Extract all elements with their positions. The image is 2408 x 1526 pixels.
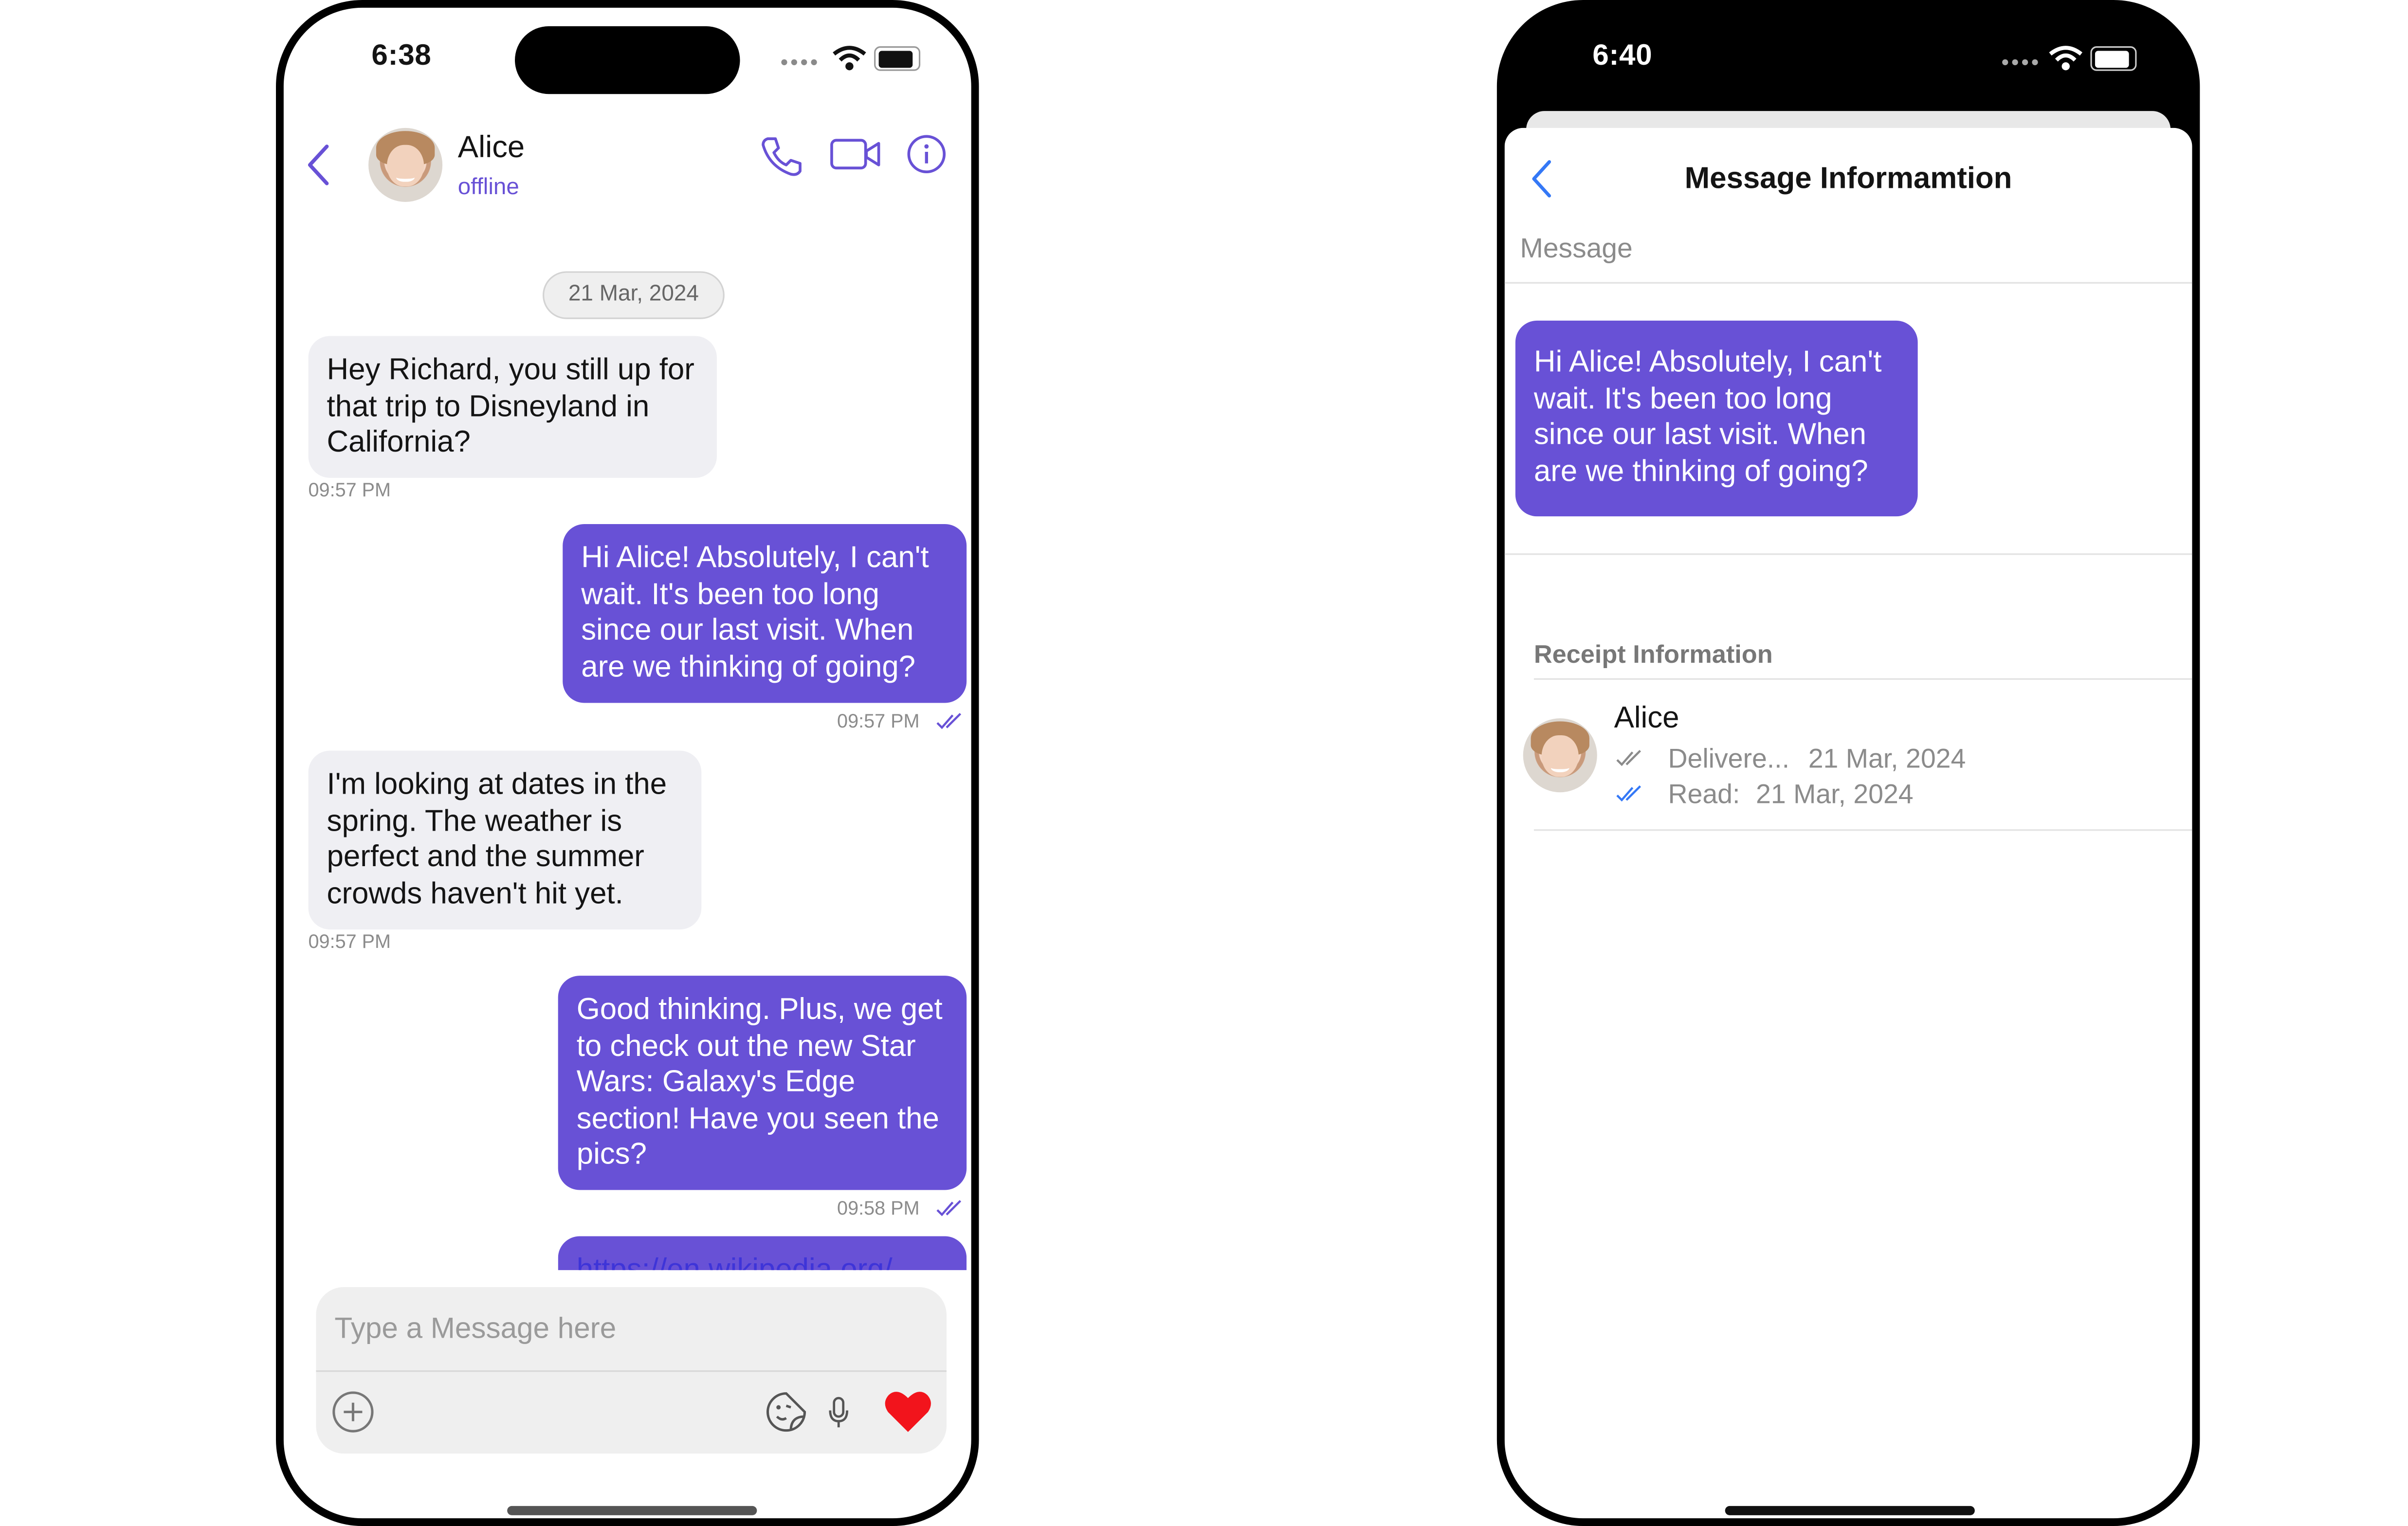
wifi-icon	[833, 46, 866, 71]
receipt-avatar	[1523, 718, 1597, 793]
signal-icon: ●●●●	[2001, 54, 2041, 70]
message-line: section! Have you seen the	[576, 1102, 939, 1136]
video-icon[interactable]	[829, 136, 882, 173]
mic-icon[interactable]	[828, 1397, 849, 1431]
message-line: wait. It's been too long	[1533, 382, 1832, 416]
message-bubble-incoming[interactable]: I'm looking at dates in the spring. The …	[308, 750, 702, 930]
message-info-phone: 6:40 ●●●● Message Informamtion Message H…	[1496, 0, 2200, 1526]
delivered-label: Delivere...	[1668, 743, 1790, 774]
read-tick-icon	[1616, 785, 1642, 802]
message-bubble-outgoing[interactable]: Good thinking. Plus, we get to check out…	[558, 976, 967, 1190]
divider	[1504, 553, 2192, 555]
heart-icon[interactable]	[883, 1389, 932, 1435]
message-line: I'm looking at dates in the	[327, 767, 667, 802]
avatar[interactable]	[368, 127, 443, 202]
message-line: perfect and the summer	[327, 840, 644, 874]
message-line: pics?	[576, 1138, 647, 1172]
message-time: 09:57 PM	[308, 931, 391, 953]
receipt-name: Alice	[1614, 701, 1679, 735]
phone-icon[interactable]	[760, 134, 803, 178]
message-line: since our last visit. When	[581, 614, 914, 648]
read-receipt-icon	[936, 713, 962, 729]
message-line: Hi Alice! Absolutely, I can't	[581, 541, 929, 575]
delivered-tick-icon	[1616, 750, 1642, 766]
divider	[1533, 829, 2192, 831]
message-line: since our last visit. When	[1533, 418, 1867, 452]
message-line: Good thinking. Plus, we get	[576, 992, 943, 1027]
info-icon[interactable]	[907, 134, 947, 174]
message-time: 09:57 PM	[837, 710, 920, 732]
message-time: 09:58 PM	[837, 1198, 920, 1219]
read-date: 21 Mar, 2024	[1756, 778, 1914, 810]
back-chevron-icon[interactable]	[305, 144, 333, 187]
chat-phone: 6:38 ●●●● Alice offline 21 Mar, 2024 Hey…	[276, 0, 979, 1526]
home-indicator	[507, 1506, 757, 1515]
divider	[1533, 678, 2192, 680]
message-line: California?	[327, 425, 471, 460]
read-label: Read:	[1668, 778, 1740, 810]
message-composer: Type a Message here	[316, 1287, 947, 1454]
message-line: are we thinking of going?	[581, 650, 916, 684]
message-bubble-outgoing[interactable]: https://en.wikipedia.org/	[558, 1236, 967, 1271]
contact-name[interactable]: Alice	[458, 131, 525, 166]
message-line: to check out the new Star	[576, 1029, 916, 1063]
divider	[1504, 282, 2192, 284]
message-bubble-outgoing[interactable]: Hi Alice! Absolutely, I can't wait. It's…	[563, 524, 967, 703]
message-time: 09:57 PM	[308, 479, 391, 501]
page-title: Message Informamtion	[1684, 162, 2012, 196]
message-info-sheet: Message Informamtion Message Hi Alice! A…	[1504, 127, 2192, 1519]
message-bubble-incoming[interactable]: Hey Richard, you still up for that trip …	[308, 336, 717, 478]
composer-divider	[316, 1370, 947, 1372]
message-line: wait. It's been too long	[581, 577, 879, 612]
message-line: crowds haven't hit yet.	[327, 876, 623, 911]
status-time: 6:38	[371, 40, 432, 73]
message-line: Hi Alice! Absolutely, I can't	[1533, 345, 1882, 380]
battery-icon	[874, 46, 921, 71]
home-indicator	[1725, 1506, 1975, 1515]
wifi-icon	[2049, 46, 2082, 71]
battery-icon	[2090, 46, 2137, 71]
read-receipt-icon	[936, 1200, 962, 1217]
section-label-receipt: Receipt Information	[1533, 641, 1773, 669]
message-preview-bubble: Hi Alice! Absolutely, I can't wait. It's…	[1515, 320, 1918, 517]
section-label-message: Message	[1520, 233, 1633, 264]
message-line: Hey Richard, you still up for	[327, 353, 694, 387]
date-separator: 21 Mar, 2024	[543, 271, 725, 319]
signal-icon: ●●●●	[780, 54, 820, 70]
link-text[interactable]: https://en.wikipedia.org/	[577, 1253, 893, 1270]
message-line: spring. The weather is	[327, 804, 622, 838]
message-line: are we thinking of going?	[1533, 454, 1868, 489]
message-line: that trip to Disneyland in	[327, 389, 650, 423]
plus-icon[interactable]	[331, 1390, 375, 1434]
message-input[interactable]: Type a Message here	[334, 1313, 616, 1347]
message-clip: https://en.wikipedia.org/	[558, 1236, 967, 1271]
dynamic-island	[515, 26, 740, 94]
sticker-icon[interactable]	[765, 1390, 808, 1434]
message-line: Wars: Galaxy's Edge	[576, 1065, 856, 1100]
delivered-date: 21 Mar, 2024	[1808, 743, 1966, 774]
contact-status: offline	[457, 174, 519, 200]
status-time: 6:40	[1592, 40, 1653, 73]
